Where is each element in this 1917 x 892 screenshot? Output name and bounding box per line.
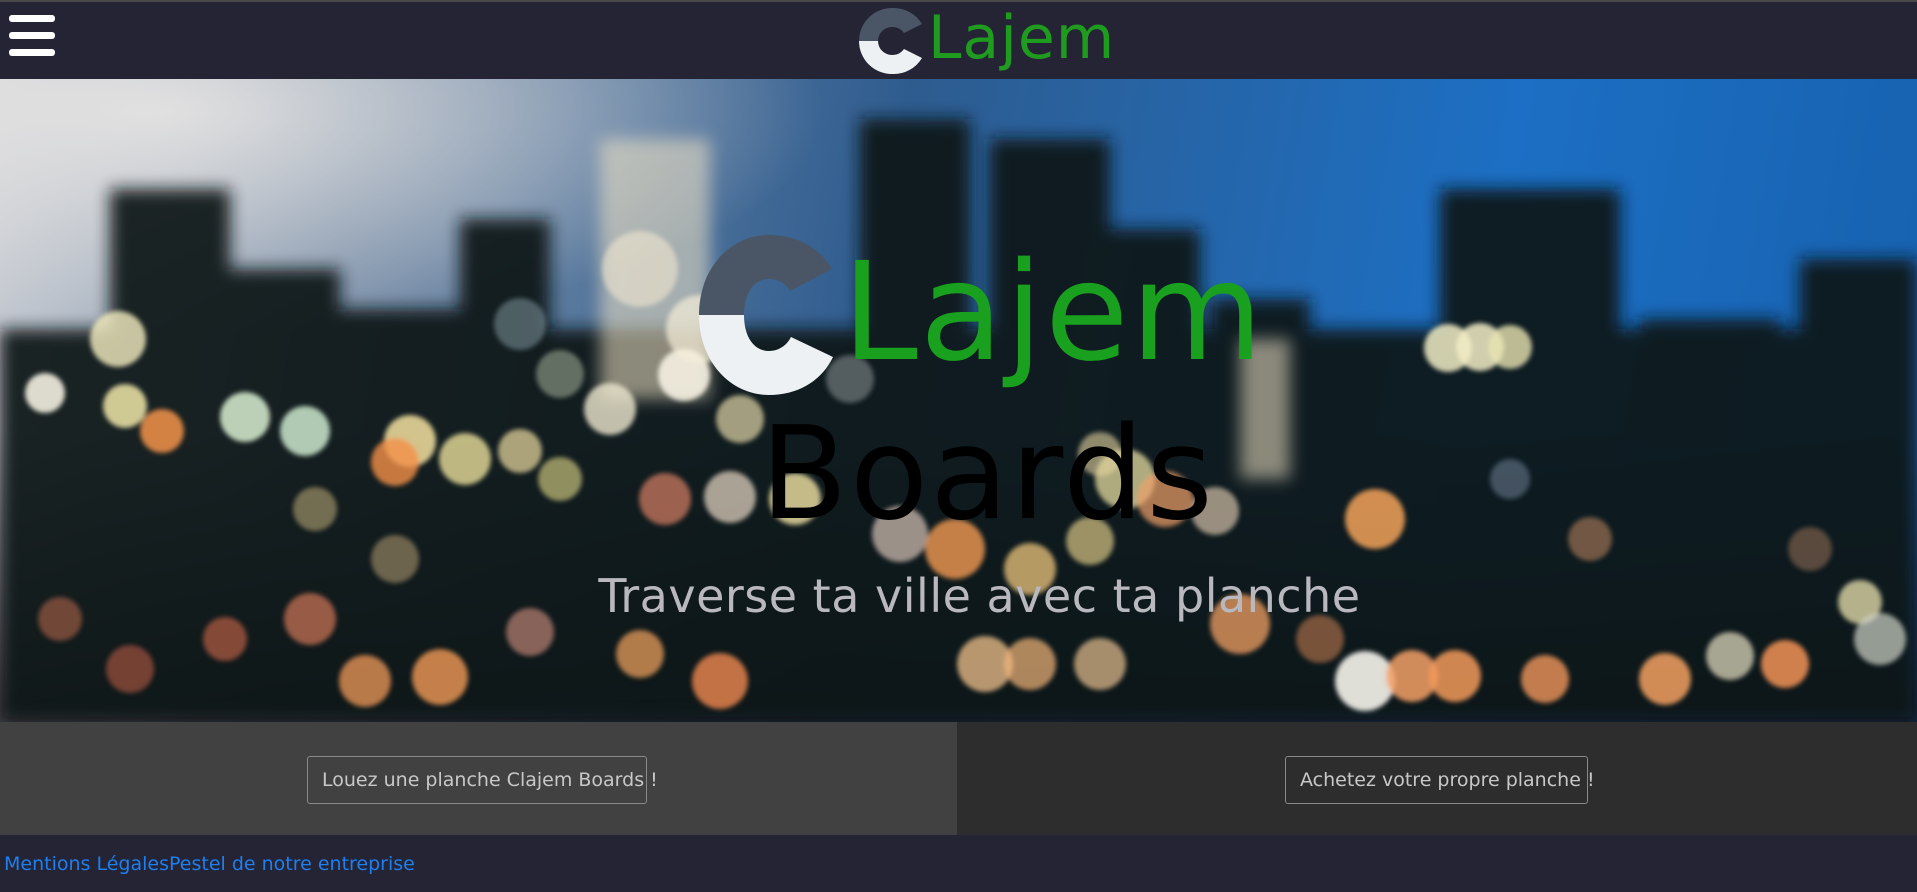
navbar-logo-text: Lajem bbox=[928, 3, 1116, 73]
footer: Mentions Légales Pestel de notre entrepr… bbox=[0, 835, 1917, 892]
buy-board-button[interactable]: Achetez votre propre planche ! bbox=[1285, 756, 1595, 804]
navbar-logo[interactable]: Lajem bbox=[858, 5, 1118, 77]
legal-notice-link[interactable]: Mentions Légales bbox=[4, 853, 169, 875]
top-navbar: Lajem bbox=[0, 0, 1917, 79]
hero-boards-text: Boards bbox=[760, 400, 1215, 549]
hamburger-bar bbox=[9, 15, 55, 22]
hero-brand-boards: Boards bbox=[760, 411, 1215, 539]
hamburger-menu-icon[interactable] bbox=[9, 15, 55, 57]
hero-brand-text: Lajem bbox=[842, 234, 1266, 392]
hero-banner: Lajem Boards Traverse ta ville avec ta p… bbox=[0, 79, 1917, 722]
hero-brand-lajem: Lajem bbox=[842, 245, 1265, 381]
buy-panel: Achetez votre propre planche ! bbox=[957, 722, 1917, 835]
rent-panel: Louez une planche Clajem Boards ! bbox=[0, 722, 957, 835]
pestel-link[interactable]: Pestel de notre entreprise bbox=[169, 853, 415, 875]
rent-board-button[interactable]: Louez une planche Clajem Boards ! bbox=[307, 756, 658, 804]
hero-tagline: Traverse ta ville avec ta planche bbox=[598, 569, 1361, 623]
call-to-action-band: Louez une planche Clajem Boards ! Achete… bbox=[0, 722, 1917, 835]
hamburger-bar bbox=[9, 49, 55, 56]
c-logo-icon bbox=[859, 7, 922, 75]
hamburger-bar bbox=[9, 32, 55, 39]
c-logo-icon bbox=[699, 235, 833, 395]
hero-brand-title: Lajem Boards bbox=[0, 149, 1917, 569]
